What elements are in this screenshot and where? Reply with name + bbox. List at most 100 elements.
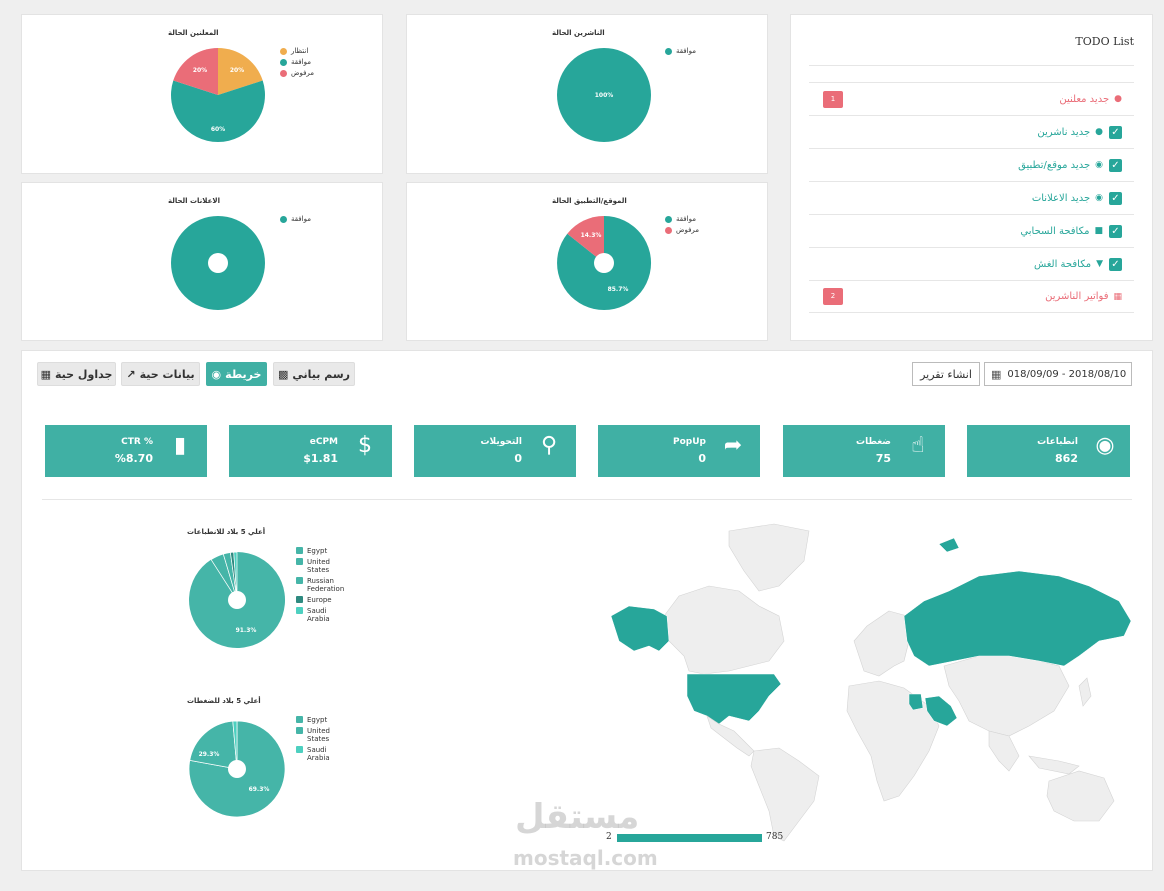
donut-hole (594, 253, 614, 273)
map-region-central-america[interactable] (706, 715, 755, 757)
todo-item-publisher-invoices[interactable]: 2 فواتير الناشرين ▦ (809, 280, 1134, 313)
map-region-europe[interactable] (853, 610, 910, 677)
legend-swatch (296, 607, 303, 614)
legend-item[interactable]: Egypt (296, 716, 356, 724)
map-region-canada[interactable] (663, 585, 785, 675)
todo-badge: 2 (823, 288, 843, 305)
chart-legend: Egypt United States Russian Federation E… (296, 547, 356, 626)
legend-swatch (280, 215, 287, 223)
legend-item[interactable]: Egypt (296, 547, 356, 555)
legend-item[interactable]: Saudi Arabia (296, 607, 356, 623)
date-range-picker[interactable]: ▦ 018/09/09 - 2018/08/10 (984, 362, 1132, 386)
pointer-icon: ☝ (911, 433, 925, 458)
stat-conversions: ⚲ التحويلات 0 (414, 425, 576, 477)
stat-clicks: ☝ ضغطات 75 (783, 425, 945, 477)
todo-item-new-publishers[interactable]: جديد ناشرين ● ✓ (809, 115, 1134, 148)
todo-item-new-advertisers[interactable]: 1 جديد معلنين ● (809, 82, 1134, 115)
todo-item-cloud-protection[interactable]: مكافحة السحابي ■ ✓ (809, 214, 1134, 247)
check-icon: ✓ (1109, 191, 1122, 205)
legend-item[interactable]: Saudi Arabia (296, 746, 356, 762)
map-region-russia[interactable] (903, 570, 1132, 667)
todo-item-fraud-protection[interactable]: مكافحة الغش ▼ ✓ (809, 247, 1134, 280)
slice-label: 69.3% (249, 786, 270, 793)
advertisers-pie-chart: 20% 60% 20% (171, 48, 265, 143)
users-icon: ● (1095, 127, 1103, 137)
map-region-greenland[interactable] (728, 523, 810, 592)
todo-item-label: جديد الاعلانات (1031, 192, 1091, 204)
map-region-indonesia[interactable] (1028, 755, 1080, 775)
ads-donut-chart (171, 216, 265, 310)
calendar-icon: ▦ (991, 367, 1002, 381)
map-region-alaska[interactable] (610, 605, 670, 652)
todo-item-new-sites[interactable]: جديد موقع/تطبيق ◉ ✓ (809, 148, 1134, 181)
sites-status-panel: الموقع/التطبيق الحالة 85.7% 14.3% موافقة… (406, 182, 768, 341)
legend-swatch (296, 727, 303, 734)
legend-item[interactable]: موافقة (665, 215, 699, 223)
legend-swatch (280, 58, 287, 66)
calculator-icon: ▦ (1113, 291, 1122, 302)
create-report-button[interactable]: انشاء تقرير (912, 362, 980, 386)
legend-swatch (665, 47, 672, 55)
eye-icon: ◉ (1095, 433, 1115, 458)
map-region-south-america[interactable] (750, 747, 820, 842)
todo-panel: TODO List 1 جديد معلنين ● جديد ناشرين ● … (790, 14, 1153, 341)
legend-item[interactable]: United States (296, 727, 356, 743)
publishers-pie-chart: 100% (557, 48, 651, 142)
tab-live-tables[interactable]: ▦ جداول حية (37, 362, 116, 386)
globe-icon: ◉ (1095, 160, 1103, 170)
impressions-country-donut: 91.3% (189, 551, 286, 648)
stat-ecpm: $ eCPM $1.81 (229, 425, 392, 477)
chart-title: أعلي 5 بلاد للضغطات (187, 697, 261, 705)
publishers-status-panel: الناشرين الحالة 100% موافقة (406, 14, 768, 174)
slice-label: 14.3% (581, 232, 602, 239)
legend-swatch (296, 746, 303, 753)
share-arrow-icon: ➦ (723, 433, 743, 458)
check-icon: ✓ (1109, 257, 1122, 271)
legend-item[interactable]: موافقة (280, 215, 311, 223)
legend-item[interactable]: Europe (296, 596, 356, 604)
legend-item[interactable]: موافقة (280, 58, 314, 66)
tab-chart[interactable]: ▩ رسم بياني (273, 362, 355, 386)
todo-item-label: فواتير الناشرين (1045, 291, 1109, 302)
map-region-australia[interactable] (1046, 770, 1115, 822)
todo-item-label: جديد ناشرين (1037, 126, 1091, 138)
chart-legend: انتظار موافقة مرفوض (280, 47, 314, 80)
map-region-japan[interactable] (1078, 677, 1092, 707)
check-icon: ✓ (1109, 158, 1122, 172)
todo-badge: 1 (823, 90, 843, 108)
slice-label: 91.3% (236, 627, 257, 634)
todo-item-label: جديد موقع/تطبيق (1018, 159, 1091, 171)
legend-item[interactable]: موافقة (665, 47, 696, 55)
map-region-usa[interactable] (686, 673, 782, 725)
legend-item[interactable]: Russian Federation (296, 577, 356, 593)
legend-swatch (665, 215, 672, 223)
map-region-south-asia[interactable] (988, 730, 1020, 772)
signal-icon: ▮ (173, 433, 187, 458)
donut-hole (208, 253, 228, 273)
legend-swatch (296, 577, 303, 584)
slice-label: 29.3% (199, 751, 220, 758)
legend-swatch (665, 226, 672, 234)
tab-map[interactable]: ◉ خريطة (206, 362, 267, 386)
todo-item-new-ads[interactable]: جديد الاعلانات ◉ ✓ (809, 181, 1134, 214)
legend-swatch (296, 547, 303, 554)
chart-title: أعلي 5 بلاد للانطباعات (187, 528, 266, 536)
legend-item[interactable]: United States (296, 558, 356, 574)
legend-item[interactable]: انتظار (280, 47, 314, 55)
tab-live-data[interactable]: ↗ بيانات حية (121, 362, 200, 386)
clicks-country-donut: 69.3% 29.3% (188, 720, 286, 818)
legend-item[interactable]: مرفوض (665, 226, 699, 234)
map-region-egypt[interactable] (908, 693, 924, 711)
legend-swatch (296, 716, 303, 723)
map-region-asia[interactable] (943, 655, 1070, 737)
user-icon: ● (1114, 94, 1122, 104)
world-map[interactable] (609, 516, 1134, 846)
slice-label: 85.7% (608, 286, 629, 293)
map-region-arctic-islands[interactable] (938, 537, 960, 553)
legend-swatch (296, 596, 303, 603)
stat-ctr: ▮ CTR % %8.70 (45, 425, 207, 477)
pie-slice-united-states[interactable] (189, 720, 238, 770)
legend-item[interactable]: مرفوض (280, 69, 314, 77)
chart-legend: Egypt United States Saudi Arabia (296, 716, 356, 765)
check-icon: ✓ (1109, 224, 1122, 238)
